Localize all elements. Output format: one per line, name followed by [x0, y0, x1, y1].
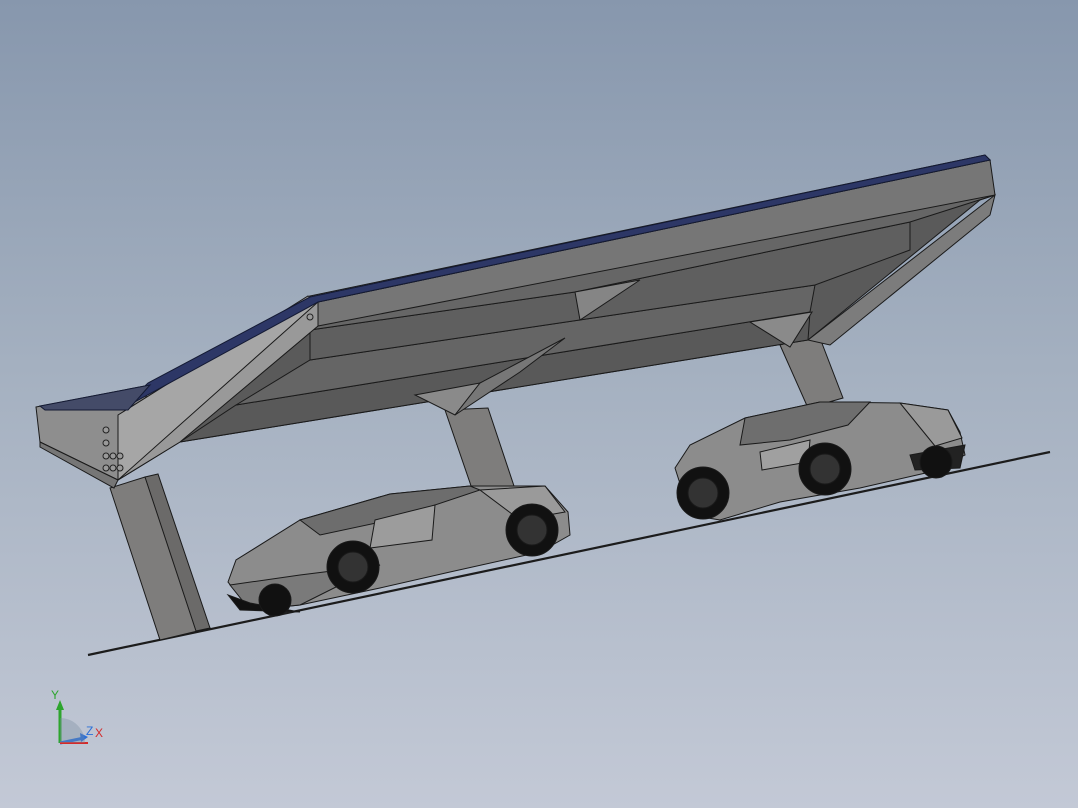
- sports-car: [674, 401, 966, 521]
- axis-label-z: Z: [86, 724, 94, 738]
- sports-car: [226, 485, 571, 617]
- ground-line: [87, 450, 1051, 657]
- car-wheel: [258, 583, 292, 617]
- model-view[interactable]: [0, 0, 1078, 808]
- cad-viewport[interactable]: Y Z X: [0, 0, 1078, 808]
- orientation-triad[interactable]: Y Z X: [40, 688, 110, 750]
- axis-label-y: Y: [51, 688, 60, 702]
- axis-label-x: X: [95, 726, 104, 740]
- car-wheel: [919, 445, 953, 479]
